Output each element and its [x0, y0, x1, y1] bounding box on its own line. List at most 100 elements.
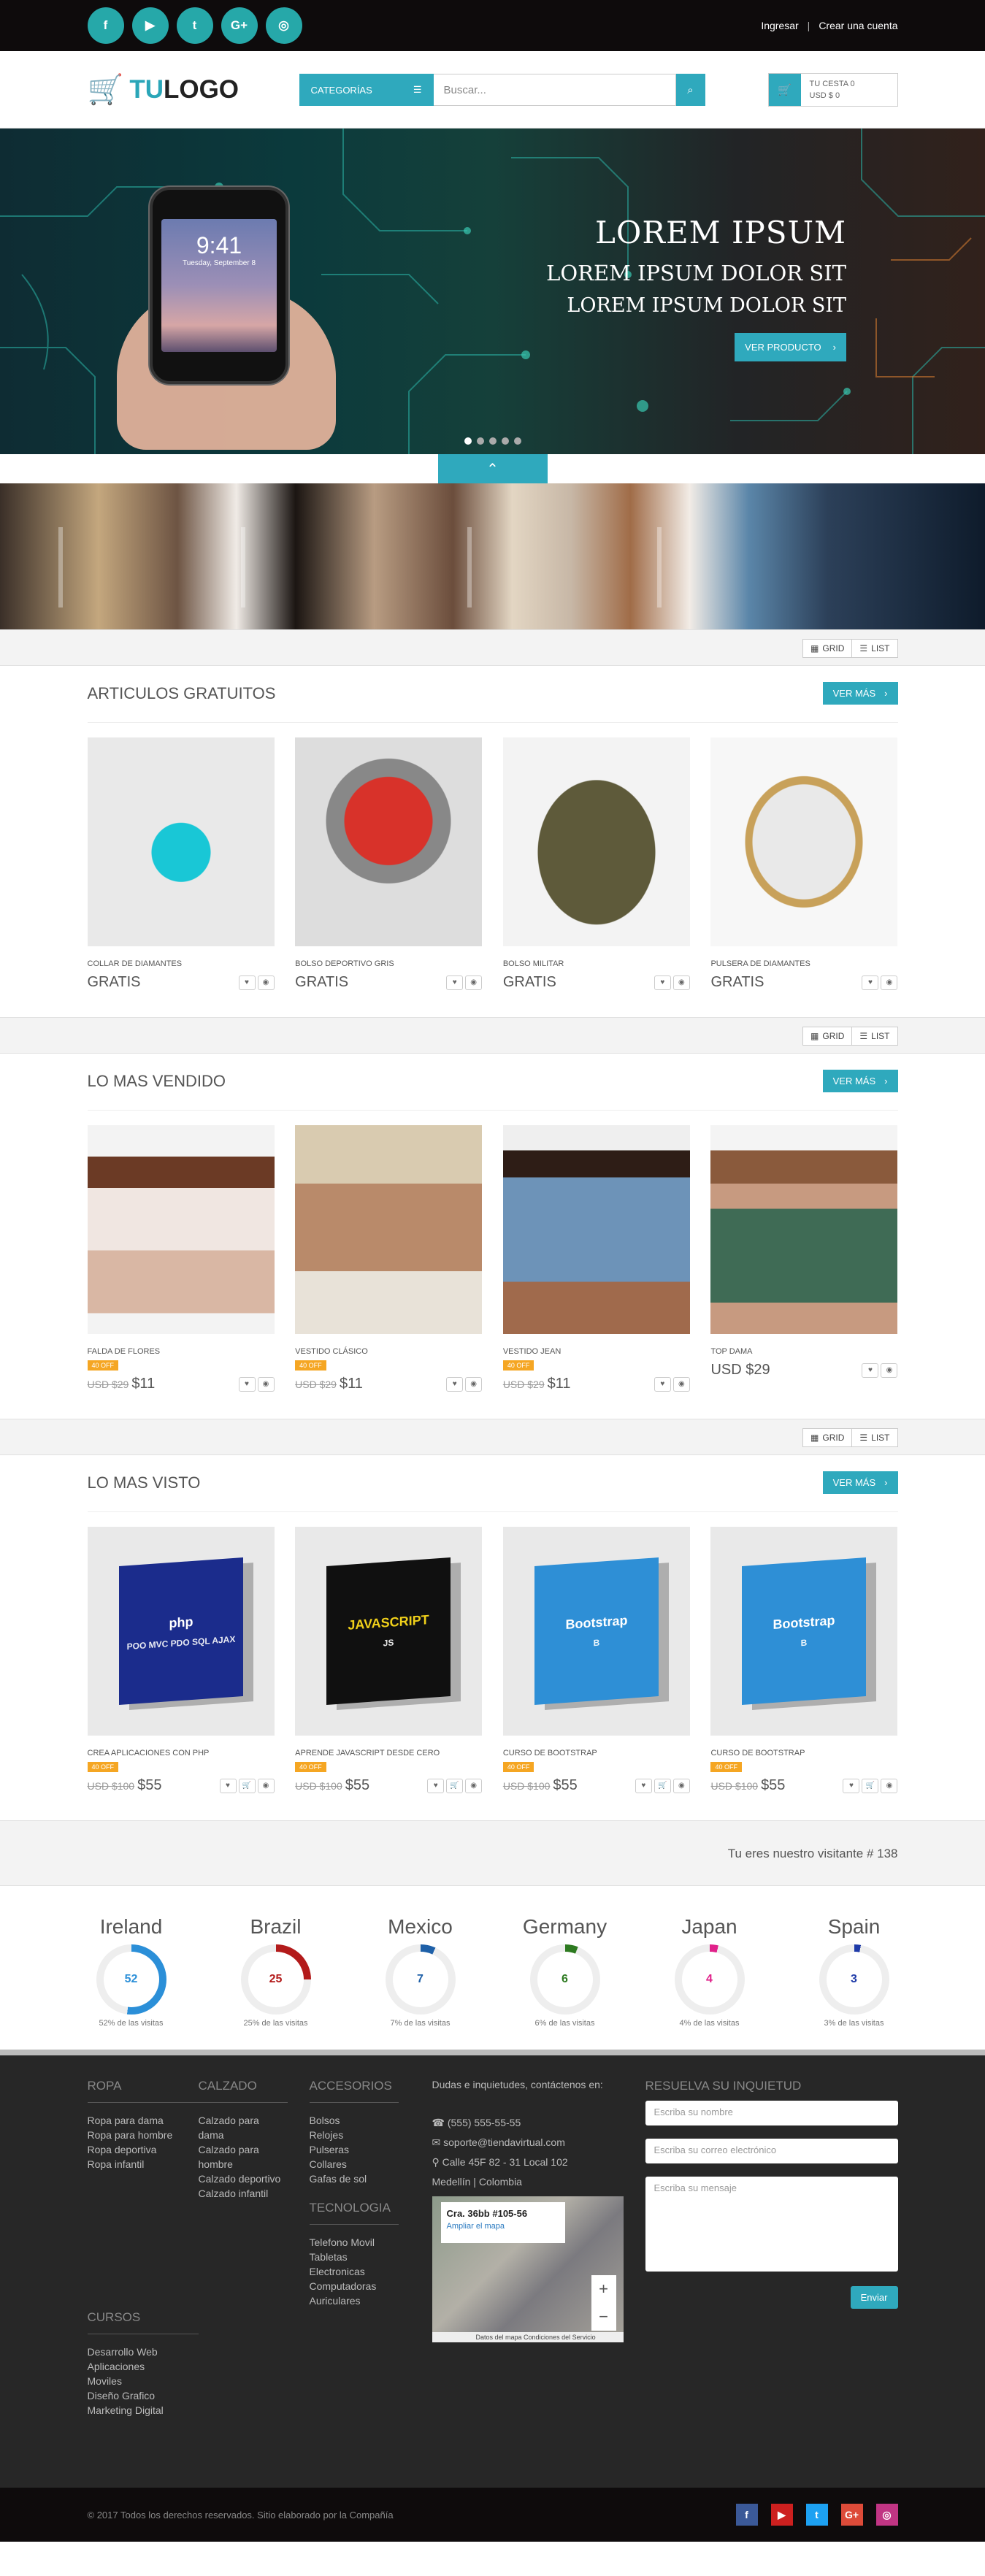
- product-image[interactable]: Bootstrap B: [710, 1527, 898, 1736]
- login-link[interactable]: Ingresar: [761, 20, 798, 31]
- product-card[interactable]: BOLSO MILITAR GRATIS ♥ ◉: [502, 737, 690, 991]
- facebook-icon[interactable]: f: [87, 7, 124, 44]
- see-more-button[interactable]: VER MÁS ›: [822, 682, 898, 705]
- product-card[interactable]: VESTIDO CLÁSICO 40 OFF USD $29 $11 ♥ ◉: [295, 1125, 483, 1392]
- basket[interactable]: 🛒 TU CESTA 0 USD $ 0: [767, 73, 898, 107]
- grid-view-button[interactable]: ▦ GRID: [803, 1027, 851, 1045]
- product-card[interactable]: Bootstrap B CURSO DE BOOTSTRAP 40 OFF USD $1…: [710, 1527, 898, 1794]
- search-button[interactable]: ⌕: [675, 74, 705, 106]
- slider-dot[interactable]: [501, 437, 509, 445]
- product-card[interactable]: PULSERA DE DIAMANTES GRATIS ♥ ◉: [710, 737, 898, 991]
- message-textarea[interactable]: Escriba su mensaje: [645, 2177, 898, 2272]
- cart-icon[interactable]: 🛒: [238, 1778, 256, 1793]
- eye-icon[interactable]: ◉: [672, 1778, 690, 1793]
- heart-icon[interactable]: ♥: [238, 975, 256, 990]
- footer-link[interactable]: Moviles: [88, 2374, 199, 2388]
- product-card[interactable]: BOLSO DEPORTIVO GRIS GRATIS ♥ ◉: [295, 737, 483, 991]
- eye-icon[interactable]: ◉: [465, 1778, 483, 1793]
- eye-icon[interactable]: ◉: [881, 975, 898, 990]
- youtube-icon[interactable]: ▶: [131, 7, 169, 44]
- send-button[interactable]: Enviar: [850, 2286, 898, 2309]
- google-plus-icon[interactable]: G+: [840, 2504, 863, 2526]
- eye-icon[interactable]: ◉: [257, 1778, 275, 1793]
- heart-icon[interactable]: ♥: [238, 1376, 256, 1392]
- cart-icon[interactable]: 🛒: [446, 1778, 464, 1793]
- cart-icon[interactable]: 🛒: [654, 1778, 671, 1793]
- footer-link[interactable]: Marketing Digital: [88, 2403, 199, 2418]
- instagram-icon[interactable]: ◎: [265, 7, 302, 44]
- footer-link[interactable]: Diseño Grafico: [88, 2388, 199, 2403]
- footer-link[interactable]: Calzado para dama: [199, 2113, 288, 2142]
- product-image[interactable]: [710, 1125, 898, 1334]
- see-more-button[interactable]: VER MÁS ›: [822, 1070, 898, 1092]
- product-image[interactable]: [87, 737, 275, 946]
- heart-icon[interactable]: ♥: [654, 975, 671, 990]
- slider-dot[interactable]: [513, 437, 521, 445]
- eye-icon[interactable]: ◉: [465, 1376, 483, 1392]
- twitter-icon[interactable]: t: [176, 7, 213, 44]
- zoom-in-icon[interactable]: +: [599, 2280, 608, 2299]
- product-image[interactable]: [295, 1125, 483, 1334]
- map-embed[interactable]: Cra. 36bb #105-56 Ampliar el mapa + − Dato…: [432, 2196, 624, 2342]
- facebook-icon[interactable]: f: [735, 2504, 758, 2526]
- email-input[interactable]: Escriba su correo electrónico: [645, 2139, 898, 2163]
- footer-link[interactable]: Desarrollo Web: [88, 2345, 199, 2359]
- heart-icon[interactable]: ♥: [446, 975, 464, 990]
- eye-icon[interactable]: ◉: [465, 975, 483, 990]
- heart-icon[interactable]: ♥: [446, 1376, 464, 1392]
- product-image[interactable]: [502, 737, 690, 946]
- eye-icon[interactable]: ◉: [257, 975, 275, 990]
- map-zoom-controls[interactable]: + −: [591, 2275, 616, 2331]
- heart-icon[interactable]: ♥: [427, 1778, 445, 1793]
- product-image[interactable]: [502, 1125, 690, 1334]
- see-more-button[interactable]: VER MÁS ›: [822, 1471, 898, 1494]
- product-image[interactable]: php POO MVC PDO SQL AJAX: [87, 1527, 275, 1736]
- footer-link[interactable]: Computadoras: [310, 2279, 399, 2293]
- product-image[interactable]: [710, 737, 898, 946]
- footer-link[interactable]: Auriculares: [310, 2293, 399, 2308]
- heart-icon[interactable]: ♥: [219, 1778, 237, 1793]
- register-link[interactable]: Crear una cuenta: [819, 20, 897, 31]
- slider-dot[interactable]: [464, 437, 472, 445]
- footer-link[interactable]: Aplicaciones: [88, 2359, 199, 2374]
- product-card[interactable]: FALDA DE FLORES 40 OFF USD $29 $11 ♥ ◉: [87, 1125, 275, 1392]
- twitter-icon[interactable]: t: [805, 2504, 828, 2526]
- categories-dropdown[interactable]: CATEGORÍAS ☰: [299, 74, 434, 106]
- footer-link[interactable]: Pulseras: [310, 2142, 399, 2157]
- product-card[interactable]: Bootstrap B CURSO DE BOOTSTRAP 40 OFF USD $1…: [502, 1527, 690, 1794]
- footer-link[interactable]: Gafas de sol: [310, 2171, 399, 2186]
- map-link[interactable]: Ampliar el mapa: [447, 2222, 559, 2231]
- eye-icon[interactable]: ◉: [672, 975, 690, 990]
- product-image[interactable]: JAVASCRIPT JS: [295, 1527, 483, 1736]
- product-card[interactable]: VESTIDO JEAN 40 OFF USD $29 $11 ♥ ◉: [502, 1125, 690, 1392]
- list-view-button[interactable]: ☰ LIST: [851, 1429, 897, 1446]
- heart-icon[interactable]: ♥: [862, 975, 879, 990]
- instagram-icon[interactable]: ◎: [875, 2504, 898, 2526]
- eye-icon[interactable]: ◉: [257, 1376, 275, 1392]
- cart-icon[interactable]: 🛒: [862, 1778, 879, 1793]
- search-input[interactable]: Buscar...: [433, 74, 676, 106]
- eye-icon[interactable]: ◉: [881, 1778, 898, 1793]
- footer-link[interactable]: Ropa deportiva: [88, 2142, 199, 2157]
- zoom-out-icon[interactable]: −: [599, 2307, 608, 2326]
- heart-icon[interactable]: ♥: [862, 1362, 879, 1378]
- slider-dot[interactable]: [488, 437, 497, 445]
- product-image[interactable]: Bootstrap B: [502, 1527, 690, 1736]
- slider-dot[interactable]: [476, 437, 484, 445]
- footer-link[interactable]: Ropa para dama: [88, 2113, 199, 2128]
- eye-icon[interactable]: ◉: [672, 1376, 690, 1392]
- product-card[interactable]: php POO MVC PDO SQL AJAX CREA APLICACIONES…: [87, 1527, 275, 1794]
- footer-link[interactable]: Collares: [310, 2157, 399, 2171]
- scroll-up-button[interactable]: ⌃: [437, 454, 548, 483]
- product-image[interactable]: [295, 737, 483, 946]
- footer-link[interactable]: Tabletas: [310, 2250, 399, 2264]
- view-product-button[interactable]: VER PRODUCTO ›: [735, 333, 846, 361]
- footer-link[interactable]: Relojes: [310, 2128, 399, 2142]
- footer-link[interactable]: Ropa infantil: [88, 2157, 199, 2171]
- product-card[interactable]: TOP DAMA USD $29 ♥ ◉: [710, 1125, 898, 1392]
- heart-icon[interactable]: ♥: [654, 1376, 671, 1392]
- eye-icon[interactable]: ◉: [881, 1362, 898, 1378]
- logo[interactable]: 🛒 TULOGO: [88, 75, 299, 104]
- footer-link[interactable]: Ropa para hombre: [88, 2128, 199, 2142]
- footer-link[interactable]: Calzado deportivo: [199, 2171, 288, 2186]
